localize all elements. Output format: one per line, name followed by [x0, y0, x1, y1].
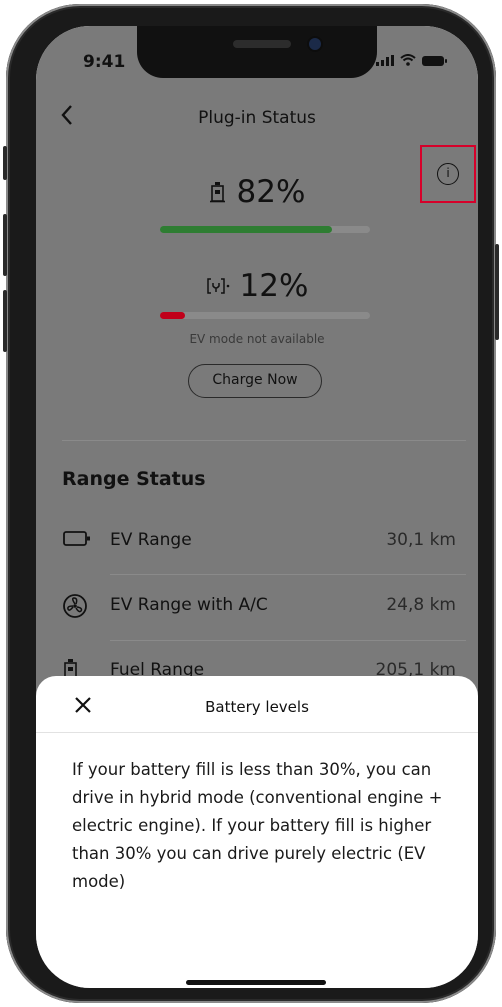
signal-icon — [376, 55, 394, 66]
range-row-ev: EV Range 30,1 km — [62, 522, 456, 562]
status-icons — [376, 54, 447, 66]
section-divider — [62, 440, 466, 441]
front-camera — [309, 38, 321, 50]
fuel-bar-fill — [160, 226, 333, 233]
ev-percent: 12% — [239, 268, 309, 304]
sheet-divider — [36, 732, 478, 733]
battery-levels-sheet: Battery levels If your battery fill is l… — [36, 676, 478, 988]
fan-icon — [63, 594, 87, 618]
range-label: EV Range with A/C — [110, 595, 268, 615]
ev-bar-fill — [160, 312, 186, 319]
ev-level: 12% — [36, 268, 478, 304]
sheet-title: Battery levels — [205, 698, 309, 716]
phone-frame: 9:41 Plug-in Status i 82% 12% EV mode no… — [3, 4, 499, 1003]
screen: 9:41 Plug-in Status i 82% 12% EV mode no… — [36, 26, 478, 988]
status-time: 9:41 — [83, 52, 126, 72]
fuel-level: 82% — [36, 174, 478, 210]
home-indicator[interactable] — [186, 980, 326, 985]
row-divider — [110, 640, 466, 641]
charge-now-button[interactable]: Charge Now — [188, 364, 322, 398]
volume-down-button — [3, 290, 7, 352]
range-status-title: Range Status — [62, 468, 206, 490]
header: Plug-in Status — [36, 96, 478, 146]
page-title: Plug-in Status — [198, 108, 316, 128]
mute-switch — [3, 146, 7, 180]
fuel-percent: 82% — [236, 174, 306, 210]
ev-bar — [160, 312, 370, 319]
battery-icon — [63, 531, 90, 546]
wifi-icon — [400, 54, 416, 66]
speaker — [233, 40, 291, 48]
fuel-pump-icon — [209, 182, 225, 203]
ev-mode-note: EV mode not available — [189, 332, 325, 346]
range-value: 30,1 km — [386, 530, 456, 550]
range-value: 24,8 km — [386, 595, 456, 615]
sheet-body-text: If your battery fill is less than 30%, y… — [72, 760, 443, 891]
power-button — [495, 244, 499, 340]
range-row-ev-ac: EV Range with A/C 24,8 km — [62, 587, 456, 627]
fuel-bar — [160, 226, 370, 233]
row-divider — [110, 574, 466, 575]
notch — [137, 26, 377, 78]
range-label: EV Range — [110, 530, 192, 550]
battery-status-icon — [422, 56, 447, 66]
volume-up-button — [3, 214, 7, 276]
charging-plug-icon — [206, 278, 229, 294]
